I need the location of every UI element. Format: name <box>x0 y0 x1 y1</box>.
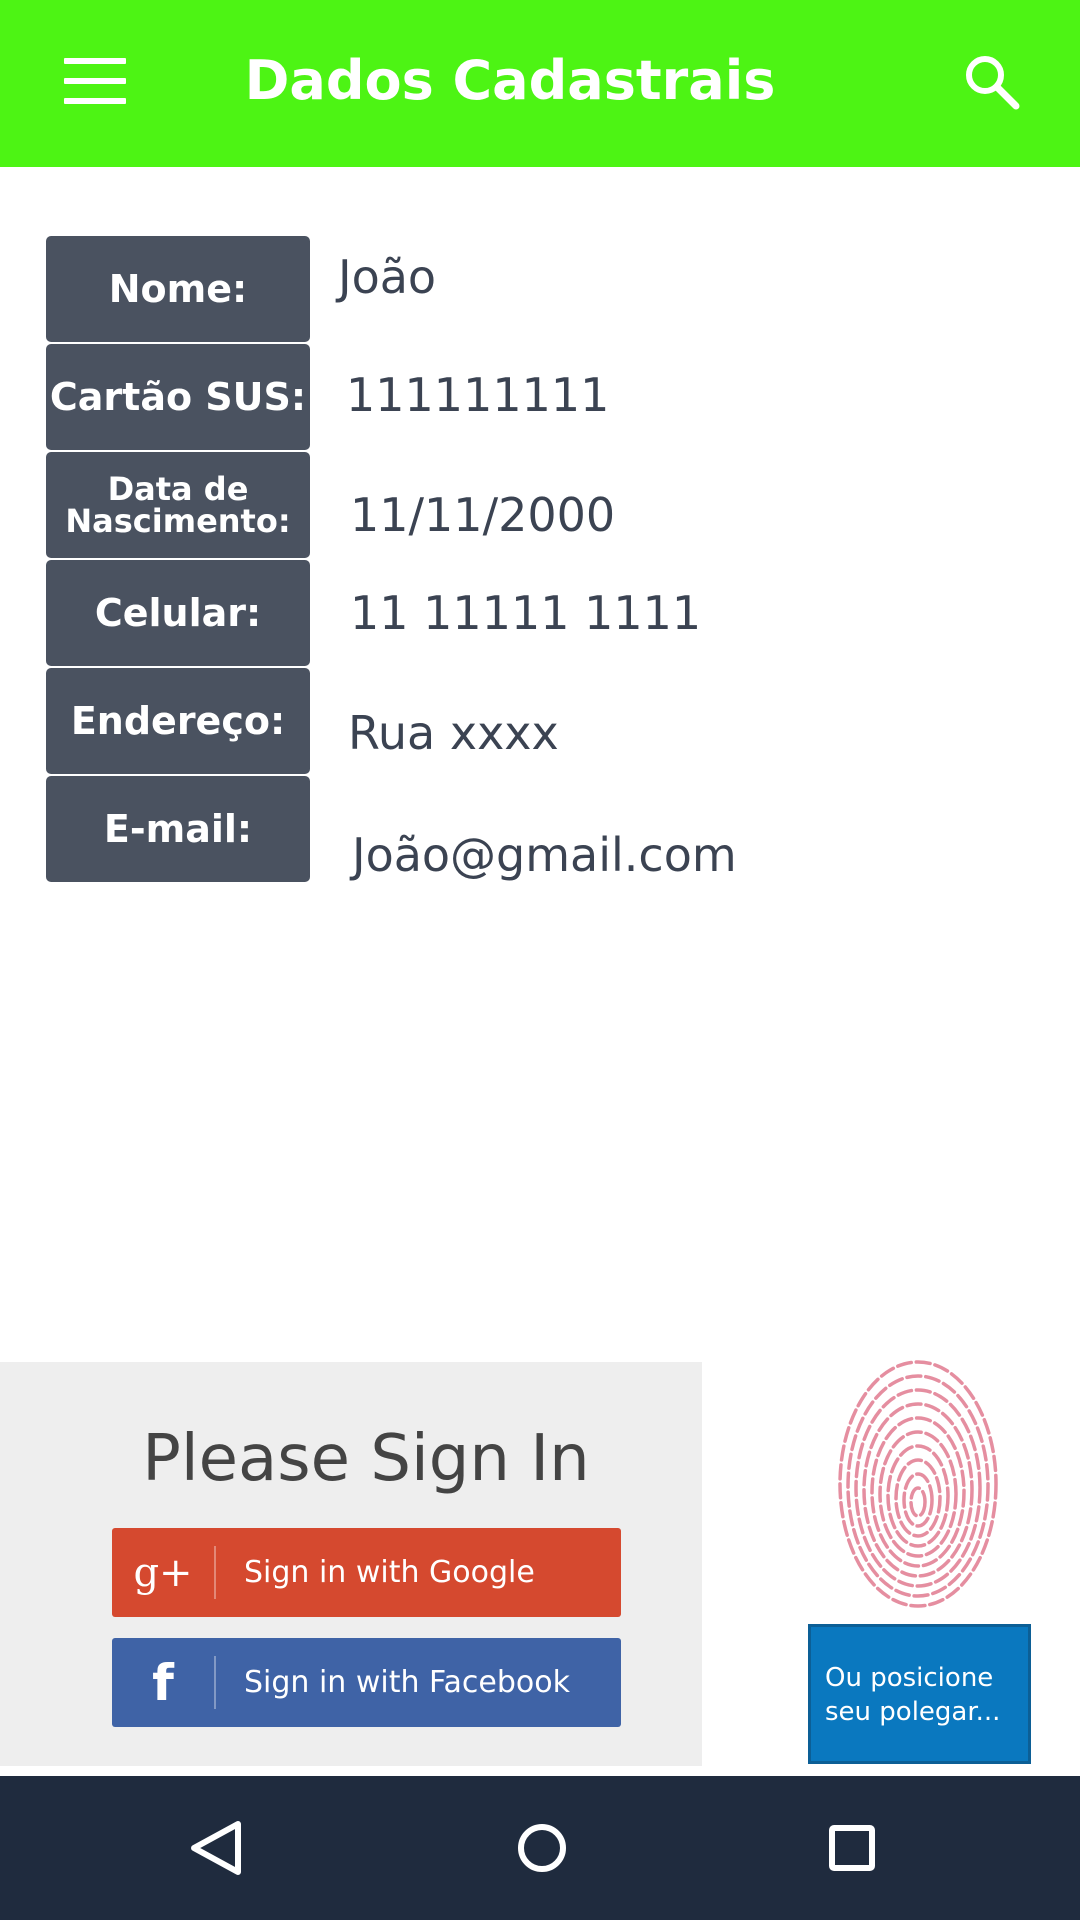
sus-card-label: Cartão SUS: <box>46 344 310 450</box>
signin-title: Please Sign In <box>142 1422 590 1496</box>
birth-date-value: 11/11/2000 <box>350 488 616 542</box>
address-label: Endereço: <box>46 668 310 774</box>
phone-value: 11 11111 1111 <box>350 586 702 640</box>
search-icon <box>966 56 1020 110</box>
search-button[interactable] <box>960 50 1024 114</box>
facebook-icon: f <box>152 1653 174 1712</box>
email-label: E-mail: <box>46 776 310 882</box>
name-value: João <box>338 250 437 304</box>
email-value: João@gmail.com <box>352 828 737 882</box>
name-label: Nome: <box>46 236 310 342</box>
app-bar: Dados Cadastrais <box>0 0 1080 167</box>
button-divider <box>214 1656 216 1709</box>
google-plus-icon: g+ <box>133 1549 193 1596</box>
birth-date-label: Data de Nascimento: <box>46 452 310 558</box>
fingerprint-icon[interactable] <box>806 1354 1034 1624</box>
facebook-signin-label: Sign in with Facebook <box>244 1665 571 1700</box>
facebook-signin-button[interactable]: f Sign in with Facebook <box>112 1638 621 1727</box>
back-icon <box>191 1821 241 1875</box>
fingerprint-caption[interactable]: Ou posicione seu polegar... <box>808 1624 1031 1764</box>
phone-label: Celular: <box>46 560 310 666</box>
sus-card-value: 111111111 <box>346 368 610 422</box>
back-button[interactable] <box>178 1808 258 1888</box>
signin-panel: Please Sign In g+ Sign in with Google f … <box>0 1362 702 1766</box>
navigation-bar <box>0 1776 1080 1920</box>
address-value: Rua xxxx <box>348 706 559 760</box>
recents-button[interactable] <box>812 1808 892 1888</box>
google-signin-label: Sign in with Google <box>244 1555 535 1590</box>
home-button[interactable] <box>502 1808 582 1888</box>
recents-icon <box>829 1825 875 1871</box>
home-icon <box>518 1824 566 1872</box>
page-title: Dados Cadastrais <box>244 48 776 112</box>
google-signin-button[interactable]: g+ Sign in with Google <box>112 1528 621 1617</box>
button-divider <box>214 1546 216 1599</box>
